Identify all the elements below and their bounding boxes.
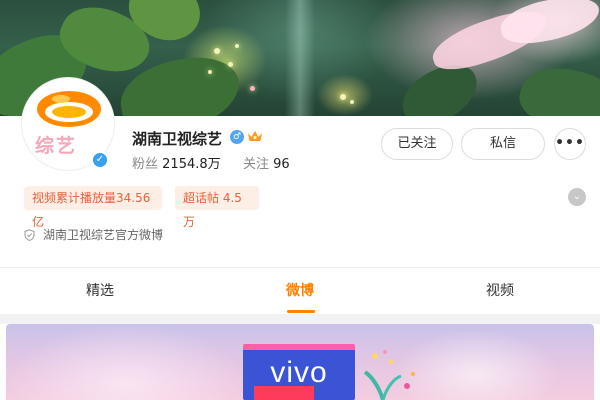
male-gender-icon: ♂ <box>230 130 244 144</box>
tab-weibo[interactable]: 微博 <box>200 268 400 314</box>
banner-light <box>214 48 220 54</box>
banner-waterfall <box>285 0 315 116</box>
profile-tabs: 精选 微博 视频 <box>0 268 600 314</box>
banner-leaf <box>513 58 600 116</box>
post-card-image[interactable]: vivo <box>6 324 594 400</box>
vivo-logo-text: vivo <box>270 356 328 389</box>
following-count[interactable]: 96 <box>273 157 290 172</box>
message-button[interactable]: 私信 <box>461 128 545 160</box>
super-topic-posts-tag[interactable]: 超话帖 4.5万 <box>175 186 259 229</box>
following-label: 关注 <box>242 157 269 172</box>
profile-description: 湖南卫视综艺官方微博 <box>24 226 163 243</box>
video-play-count-tag[interactable]: 视频累计播放量34.56亿 <box>24 186 162 229</box>
followers-label: 粉丝 <box>132 157 159 172</box>
banner-light <box>208 70 212 74</box>
mango-logo-icon <box>37 91 101 127</box>
tab-featured[interactable]: 精选 <box>0 268 200 314</box>
banner-light <box>350 100 354 104</box>
verified-badge-icon: ✓ <box>91 151 109 169</box>
section-separator <box>0 314 600 324</box>
active-tab-indicator <box>287 310 315 313</box>
more-options-button[interactable]: ••• <box>554 128 586 160</box>
flower-decoration-icon <box>363 350 415 400</box>
profile-stats: 粉丝 2154.8万 关注 96 <box>132 153 290 172</box>
banner-petal <box>497 0 600 49</box>
crown-icon <box>248 131 262 141</box>
sign-red-panel <box>254 386 314 400</box>
banner-light <box>235 44 239 48</box>
banner-light <box>340 94 346 100</box>
expand-chevron-icon[interactable]: ⌄ <box>568 188 586 206</box>
banner-light <box>228 62 233 67</box>
banner-light <box>250 86 255 91</box>
profile-name: 湖南卫视综艺 <box>132 130 223 148</box>
followed-button[interactable]: 已关注 <box>381 128 453 160</box>
followers-count[interactable]: 2154.8万 <box>162 157 221 172</box>
tab-videos[interactable]: 视频 <box>400 268 600 314</box>
description-text: 湖南卫视综艺官方微博 <box>43 228 164 242</box>
shield-icon <box>24 229 35 241</box>
avatar-logo-text: 综艺 <box>35 135 78 157</box>
